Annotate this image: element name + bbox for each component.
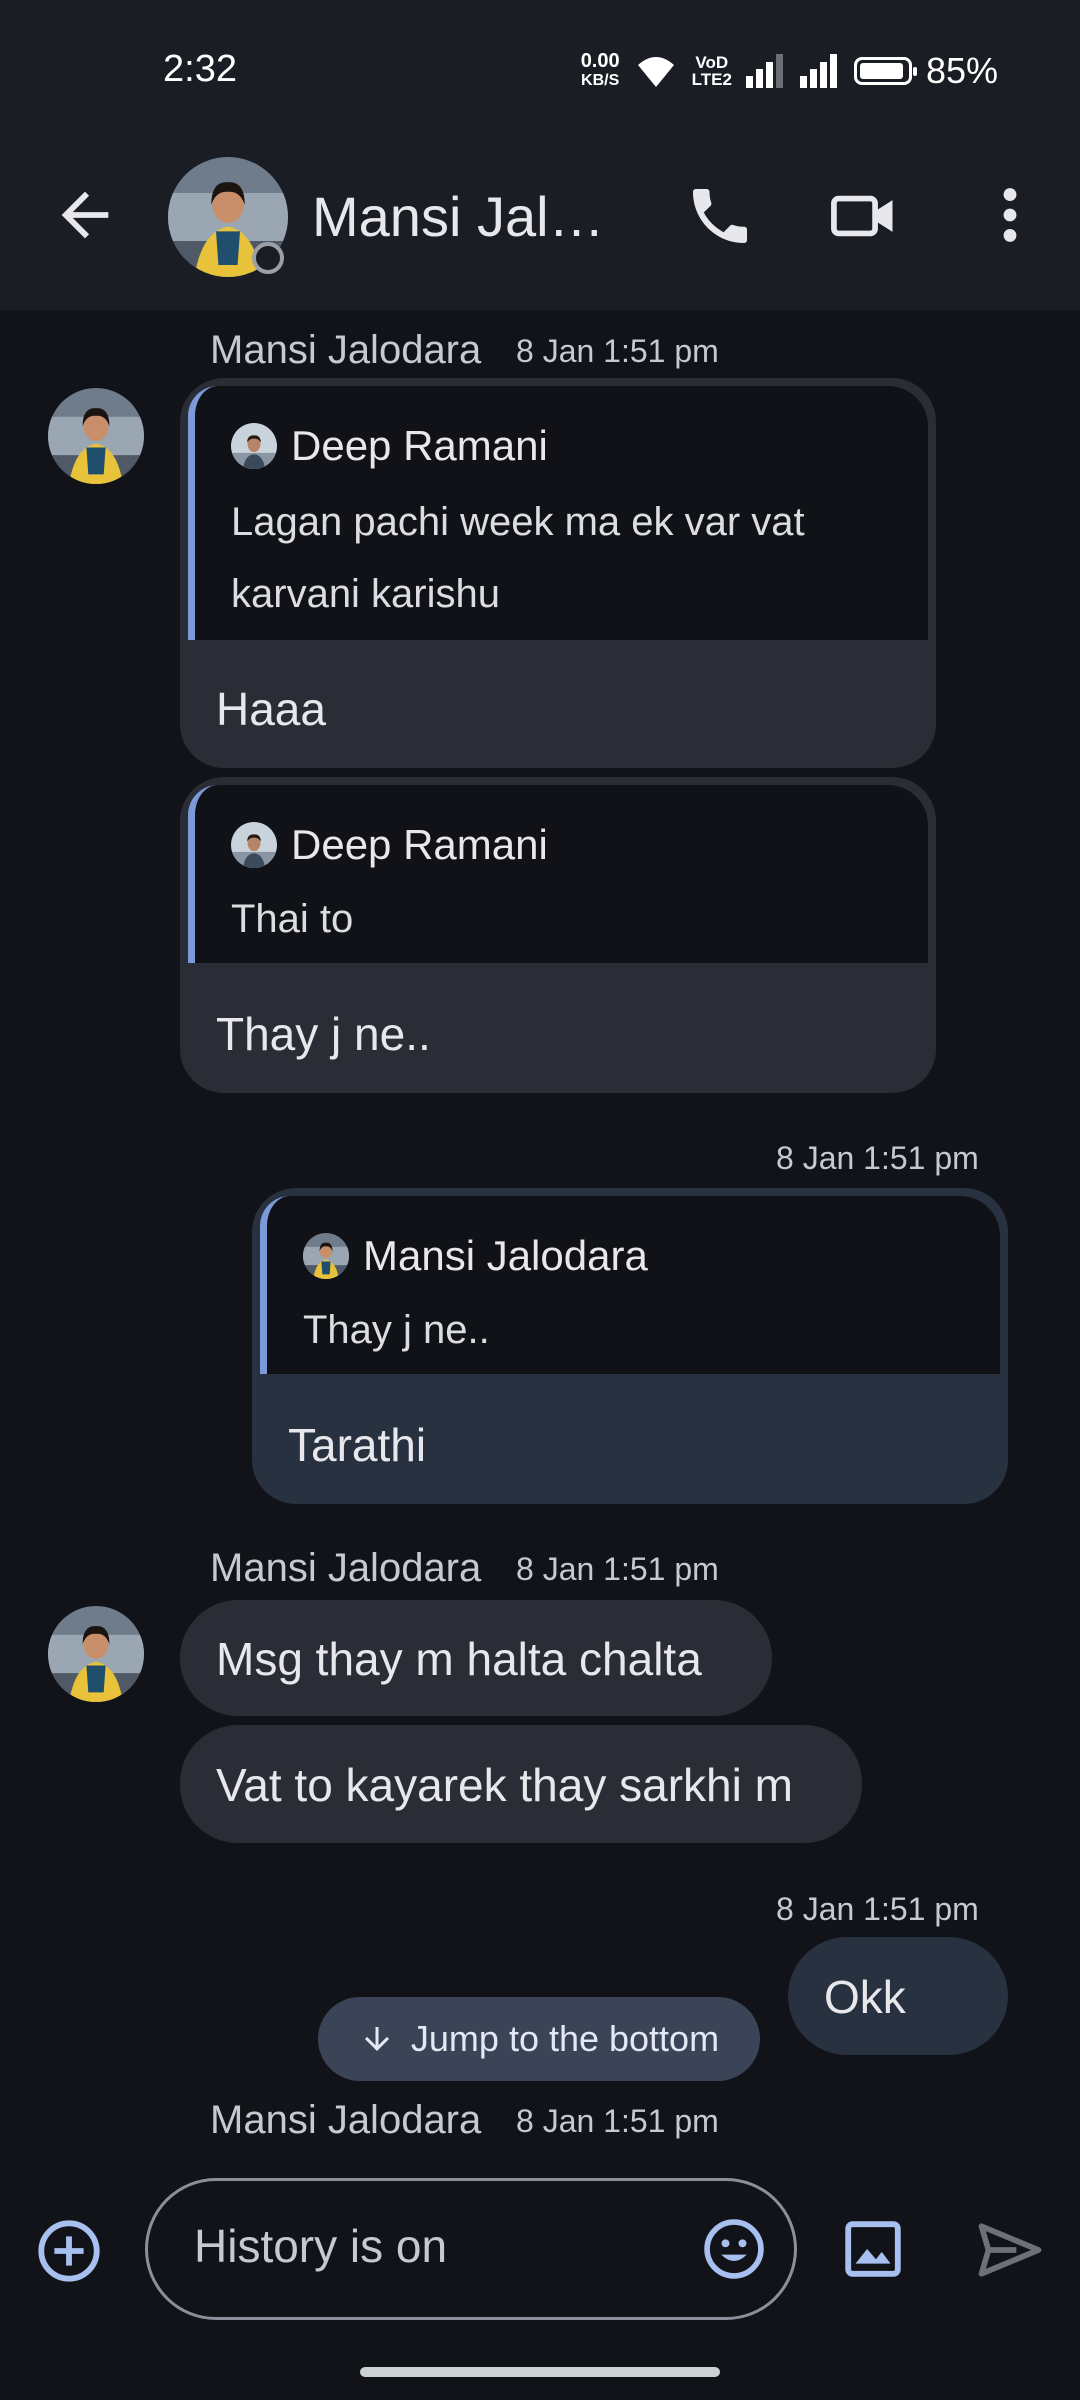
sender-avatar[interactable] [48,1606,144,1702]
emoji-icon[interactable] [700,2215,768,2283]
video-call-icon[interactable] [826,178,902,254]
quoted-sender: Deep Ramani [231,422,548,470]
home-indicator[interactable] [360,2367,720,2377]
message-text: Okk [824,1971,906,2023]
quoted-sender-avatar [303,1233,349,1279]
sender-avatar[interactable] [48,388,144,484]
message-composer[interactable] [145,2178,797,2320]
quoted-sender: Mansi Jalodara [303,1232,648,1280]
chat-title[interactable]: Mansi Jalo… [312,184,632,249]
message-text: Vat to kayarek thay sarkhi m [216,1759,793,1811]
quoted-sender: Deep Ramani [231,821,548,869]
message-timestamp: 8 Jan 1:51 pm [776,1140,979,1176]
message-timestamp: 8 Jan 1:51 pm [516,1551,719,1587]
message-text: Haaa [216,683,326,735]
jump-to-bottom-button[interactable]: Jump to the bottom [318,1997,760,2081]
quoted-text: Thay j ne.. [303,1308,490,1352]
quoted-sender-avatar [231,423,277,469]
wifi-icon [634,53,678,89]
send-icon[interactable] [972,2212,1048,2288]
status-time: 2:32 [163,48,237,90]
quoted-text: Thai to [231,897,354,941]
quoted-message[interactable]: Deep Ramani Lagan pachi week ma ek var v… [188,386,928,640]
more-vert-icon[interactable] [980,180,1040,250]
message-sender: Mansi Jalodara [210,328,482,372]
message-bubble[interactable]: Deep Ramani Thai to Thay j ne.. [180,777,936,1093]
message-timestamp: 8 Jan 1:51 pm [776,1891,979,1927]
battery-percentage: 85% [925,50,998,91]
own-message-bubble[interactable]: Okk [788,1937,1008,2055]
arrow-down-icon [359,2021,395,2057]
phone-icon[interactable] [684,180,756,252]
signal-1-icon [745,54,786,88]
presence-status-icon [252,242,284,274]
message-sender: Mansi Jalodara [210,2098,482,2142]
quoted-message[interactable]: Deep Ramani Thai to [188,785,928,963]
add-attachment-icon[interactable] [34,2216,104,2286]
quoted-sender-avatar [231,822,277,868]
net-speed-indicator: 0.00 KB/S [580,50,620,89]
message-bubble[interactable]: Deep Ramani Lagan pachi week ma ek var v… [180,378,936,768]
message-text: Tarathi [288,1419,427,1471]
own-message-bubble[interactable]: Mansi Jalodara Thay j ne.. Tarathi [252,1188,1008,1504]
message-bubble[interactable]: Msg thay m halta chalta [180,1600,772,1716]
message-timestamp: 8 Jan 1:51 pm [516,2103,719,2139]
signal-2-icon [799,54,840,88]
message-input[interactable] [194,2219,664,2273]
message-sender: Mansi Jalodara [210,1546,482,1590]
message-timestamp: 8 Jan 1:51 pm [516,333,719,369]
message-text: Msg thay m halta chalta [216,1633,702,1685]
quoted-text: Lagan pachi week ma ek var vat karvani k… [231,500,805,616]
message-text: Thay j ne.. [216,1008,431,1060]
quoted-message[interactable]: Mansi Jalodara Thay j ne.. [260,1196,1000,1374]
status-icons: 0.00 KB/S VoD LTE2 85% [581,50,998,92]
back-arrow-icon[interactable] [50,180,120,250]
image-icon[interactable] [838,2214,908,2284]
battery-icon [853,57,917,85]
volte-indicator: VoD LTE2 [691,53,732,89]
message-bubble[interactable]: Vat to kayarek thay sarkhi m [180,1725,862,1843]
